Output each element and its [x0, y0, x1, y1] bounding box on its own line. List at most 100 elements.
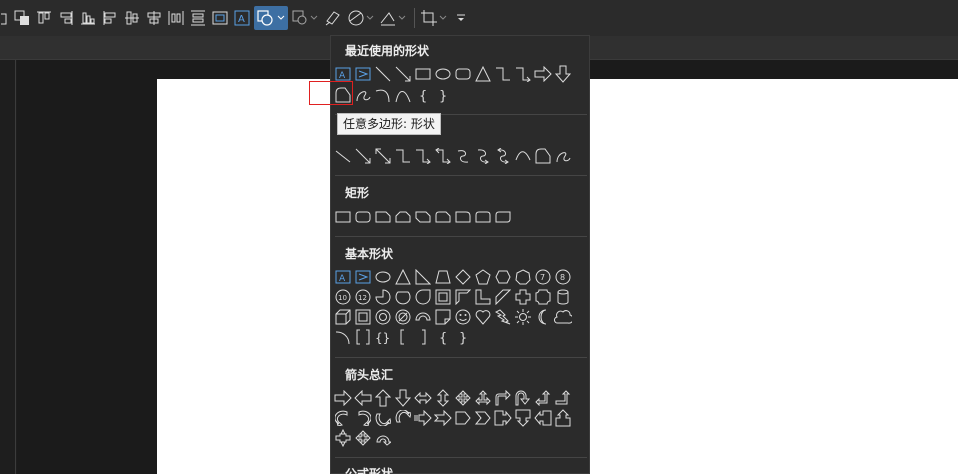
shape-right-arrow[interactable]: [333, 388, 353, 408]
shape-can[interactable]: [553, 287, 573, 307]
shape-up-arrow-callout[interactable]: [553, 408, 573, 428]
more-icon[interactable]: [451, 6, 471, 30]
shape-u-turn-arrow[interactable]: [513, 388, 533, 408]
shape-bent-up-arrow[interactable]: [553, 388, 573, 408]
shape-snip-corner-rect[interactable]: [373, 207, 393, 227]
shape-pentagon[interactable]: [473, 267, 493, 287]
shapes-button[interactable]: [254, 6, 288, 30]
shape-chord[interactable]: [393, 287, 413, 307]
shape-freeform[interactable]: [533, 146, 553, 166]
shape-left-arrow[interactable]: [353, 388, 373, 408]
shape-folded-corner[interactable]: [433, 307, 453, 327]
shape-arrow-line[interactable]: [393, 64, 413, 84]
shape-up-arrow[interactable]: [373, 388, 393, 408]
outline-icon[interactable]: [378, 6, 408, 30]
shape-round-corner-rect[interactable]: [453, 207, 473, 227]
distribute-v-icon[interactable]: [188, 6, 208, 30]
shape-triangle[interactable]: [473, 64, 493, 84]
shape-cube[interactable]: [333, 307, 353, 327]
shape-teardrop[interactable]: [413, 287, 433, 307]
shape-double-brace[interactable]: {}: [373, 327, 393, 347]
crop-icon[interactable]: [419, 6, 449, 30]
shape-quad-arrow-callout[interactable]: [353, 428, 373, 448]
shape-circular-arrow[interactable]: [373, 428, 393, 448]
format-painter-icon[interactable]: [322, 6, 344, 30]
shape-snip-diagonal-rect[interactable]: [413, 207, 433, 227]
shape-pie[interactable]: [373, 287, 393, 307]
shape-up-down-arrow[interactable]: [433, 388, 453, 408]
shape-bevel[interactable]: [353, 307, 373, 327]
shape-scribble[interactable]: [553, 146, 573, 166]
shape-curved-arrow[interactable]: [473, 146, 493, 166]
shape-snip-round-rect[interactable]: [433, 207, 453, 227]
shape-circle-10[interactable]: 10: [333, 287, 353, 307]
shape-elbow-connector[interactable]: [393, 146, 413, 166]
shape-right-brace[interactable]: }: [433, 85, 453, 105]
distribute-h-icon[interactable]: [166, 6, 186, 30]
shape-textbox[interactable]: A: [333, 267, 353, 287]
shape-donut[interactable]: [373, 307, 393, 327]
shape-circle-7[interactable]: 7: [533, 267, 553, 287]
shape-striped-right-arrow[interactable]: [413, 408, 433, 428]
shape-round-diagonal-rect[interactable]: [493, 207, 513, 227]
shape-heart[interactable]: [473, 307, 493, 327]
shape-chevron[interactable]: [473, 408, 493, 428]
shape-diamond[interactable]: [453, 267, 473, 287]
shape-curved-down-arrow[interactable]: [393, 408, 413, 428]
align-bottom-icon[interactable]: [78, 6, 98, 30]
shape-left-brace[interactable]: {: [413, 85, 433, 105]
shape-cloud[interactable]: [553, 307, 573, 327]
edit-shape-icon[interactable]: [290, 6, 320, 30]
shape-elbow-connector[interactable]: [493, 64, 513, 84]
shape-arc[interactable]: [333, 327, 353, 347]
shape-oval[interactable]: [433, 64, 453, 84]
align-center-h-icon[interactable]: [122, 6, 142, 30]
shape-curved-connector[interactable]: [453, 146, 473, 166]
align-center-v-icon[interactable]: [144, 6, 164, 30]
shape-arc[interactable]: [393, 85, 413, 105]
shape-left-up-arrow[interactable]: [533, 388, 553, 408]
shape-rectangle[interactable]: [333, 207, 353, 227]
shape-arrow-line[interactable]: [353, 146, 373, 166]
shape-line[interactable]: [373, 64, 393, 84]
shape-oval[interactable]: [373, 267, 393, 287]
shape-rounded-rect[interactable]: [453, 64, 473, 84]
shape-bent-arrow[interactable]: [493, 388, 513, 408]
shape-right-brace[interactable]: }: [453, 327, 473, 347]
shape-sun[interactable]: [513, 307, 533, 327]
shape-left-right-arrow[interactable]: [413, 388, 433, 408]
shape-curve[interactable]: [513, 146, 533, 166]
shape-rounded-rect[interactable]: [353, 207, 373, 227]
shape-elbow-arrow[interactable]: [513, 64, 533, 84]
shape-left-right-up-arrow[interactable]: [473, 388, 493, 408]
shape-frame[interactable]: [433, 287, 453, 307]
shape-pentagon-arrow[interactable]: [453, 408, 473, 428]
shape-right-arrow[interactable]: [533, 64, 553, 84]
shape-l-shape[interactable]: [473, 287, 493, 307]
shape-trapezoid[interactable]: [433, 267, 453, 287]
shape-vertical-textbox[interactable]: [353, 64, 373, 84]
shape-diagonal-stripe[interactable]: [493, 287, 513, 307]
shape-right-triangle[interactable]: [413, 267, 433, 287]
shape-vertical-textbox[interactable]: [353, 267, 373, 287]
shape-curved-left-arrow[interactable]: [353, 408, 373, 428]
shape-plaque[interactable]: [533, 287, 553, 307]
shape-smiley-face[interactable]: [453, 307, 473, 327]
shape-curved-up-arrow[interactable]: [373, 408, 393, 428]
picture-frame-icon[interactable]: [210, 6, 230, 30]
shape-hexagon[interactable]: [493, 267, 513, 287]
fill-icon[interactable]: [346, 6, 376, 30]
shape-line[interactable]: [333, 146, 353, 166]
shape-scribble[interactable]: [353, 85, 373, 105]
shape-double-bracket[interactable]: [353, 327, 373, 347]
shape-down-arrow[interactable]: [553, 64, 573, 84]
shape-circle-8[interactable]: 8: [553, 267, 573, 287]
shape-left-arrow-callout[interactable]: [533, 408, 553, 428]
align-right-icon[interactable]: [56, 6, 76, 30]
shape-heptagon[interactable]: [513, 267, 533, 287]
shape-round-same-side-rect[interactable]: [473, 207, 493, 227]
align-top-icon[interactable]: [34, 6, 54, 30]
shape-left-bracket[interactable]: [393, 327, 413, 347]
textbox-icon[interactable]: A: [232, 6, 252, 30]
shape-curved-double-arrow[interactable]: [493, 146, 513, 166]
